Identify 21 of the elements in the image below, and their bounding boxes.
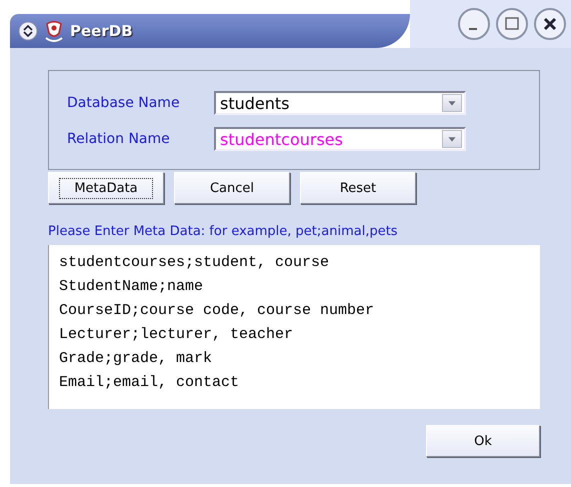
maximize-icon[interactable] [495,7,529,41]
push-button[interactable]: Reset [300,172,416,204]
text-line: CourseID;course code, course number [59,301,376,321]
app-logo-icon [44,20,64,42]
text-line: Lecturer;lecturer, teacher [59,325,294,345]
minimize-icon[interactable] [457,7,491,41]
field-label: Database Name [67,95,181,111]
push-button[interactable]: Ok [426,425,540,457]
window-title: PeerDB [70,22,133,40]
window-menu-icon[interactable] [18,21,38,41]
field-label: Relation Name [67,131,171,147]
metadata-text-area[interactable]: studentcourses;student, course StudentName;name CourseID;course code, course number Lecturer;lecturer, teacher Grade;grade, mark Email;email, contact [48,245,540,409]
hint-text: Please Enter Meta Data: for example, pet;animal,pets [48,224,399,239]
close-icon[interactable] [533,7,567,41]
text-line: Email;email, contact [59,373,240,393]
combo-box[interactable]: students [214,91,466,115]
text-line: StudentName;name [59,277,204,297]
text-line: studentcourses;student, course [59,253,330,273]
text-line: Grade;grade, mark [59,349,214,369]
push-button[interactable]: MetaData [48,172,164,204]
push-button[interactable]: Cancel [174,172,290,204]
